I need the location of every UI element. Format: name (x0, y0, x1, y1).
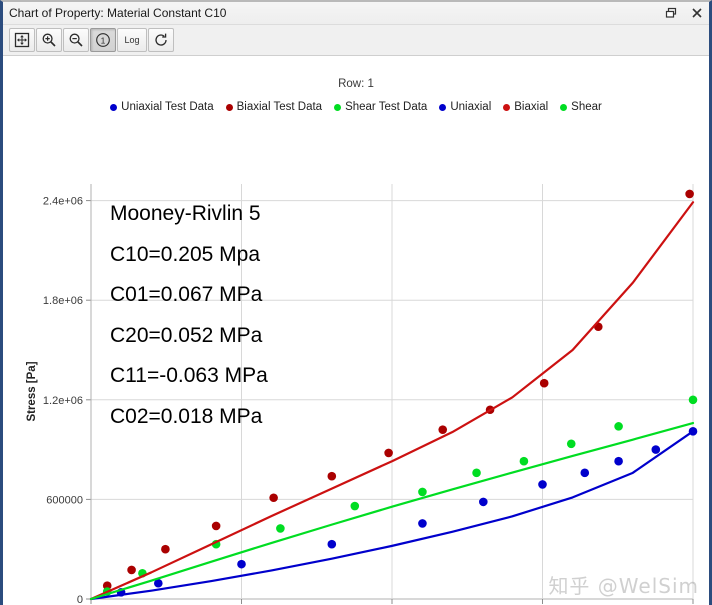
log-scale-label: Log (124, 35, 140, 45)
series-data-point[interactable] (688, 395, 698, 405)
series-data-point[interactable] (269, 493, 278, 503)
y-tick-label: 2.4e+06 (43, 196, 83, 208)
series-data-point[interactable] (384, 448, 393, 458)
zoom-out-button[interactable] (63, 28, 89, 52)
watermark: 知乎 @WelSim (548, 574, 699, 598)
y-axis-title: Stress [Pa] (26, 361, 38, 421)
restore-window-button[interactable] (663, 5, 679, 21)
series-data-point[interactable] (237, 559, 246, 569)
series-data-point[interactable] (127, 565, 136, 575)
series-data-point[interactable] (566, 439, 576, 449)
series-data-point[interactable] (472, 468, 481, 478)
y-tick-label: 0 (77, 594, 83, 605)
series-data-point[interactable] (418, 487, 427, 497)
series-data-point[interactable] (418, 519, 427, 528)
series-data-point[interactable] (580, 468, 590, 478)
single-row-button[interactable]: 1 (90, 28, 116, 52)
window-title-bar: Chart of Property: Material Constant C10 (3, 2, 709, 25)
y-tick-label: 1.8e+06 (43, 295, 83, 307)
page-title: Chart of Property: Material Constant C10 (9, 6, 227, 20)
chart-toolbar: 1 Log (3, 25, 709, 56)
refresh-button[interactable] (148, 28, 174, 52)
series-data-point[interactable] (614, 456, 623, 466)
close-icon (692, 8, 702, 18)
fit-to-window-button[interactable] (9, 28, 35, 52)
refresh-icon (155, 33, 167, 46)
series-data-point[interactable] (438, 425, 448, 434)
series-data-point[interactable] (350, 501, 360, 511)
series-data-point[interactable] (161, 544, 170, 554)
series-data-point[interactable] (211, 521, 221, 531)
series-data-point[interactable] (538, 480, 547, 489)
fit-to-window-icon (14, 32, 30, 48)
close-window-button[interactable] (689, 5, 705, 21)
y-tick-label: 600000 (46, 494, 83, 506)
series-data-point[interactable] (327, 539, 337, 549)
restore-icon (665, 7, 677, 18)
window-controls (663, 2, 705, 24)
series-data-point[interactable] (327, 471, 337, 481)
series-data-point[interactable] (519, 456, 529, 466)
circled-one-icon: 1 (96, 33, 110, 47)
zoom-in-icon (42, 33, 56, 47)
zoom-out-icon (69, 33, 83, 47)
series-data-point[interactable] (614, 422, 623, 431)
plot-canvas: 06000001.2e+061.8e+062.4e+0600.22250.445… (26, 184, 698, 605)
series-data-point[interactable] (651, 445, 661, 454)
series-data-point[interactable] (539, 378, 549, 388)
chart-window: Chart of Property: Material Constant C10 (0, 0, 712, 605)
series-data-point[interactable] (685, 189, 694, 199)
log-scale-button[interactable]: Log (117, 28, 147, 52)
svg-text:1: 1 (101, 35, 106, 45)
series-data-point[interactable] (479, 497, 488, 507)
series-data-point[interactable] (276, 524, 285, 533)
zoom-in-button[interactable] (36, 28, 62, 52)
chart-plot-area[interactable]: Row: 1 Uniaxial Test Data Biaxial Test Da… (3, 56, 709, 605)
y-tick-label: 1.2e+06 (43, 395, 83, 407)
